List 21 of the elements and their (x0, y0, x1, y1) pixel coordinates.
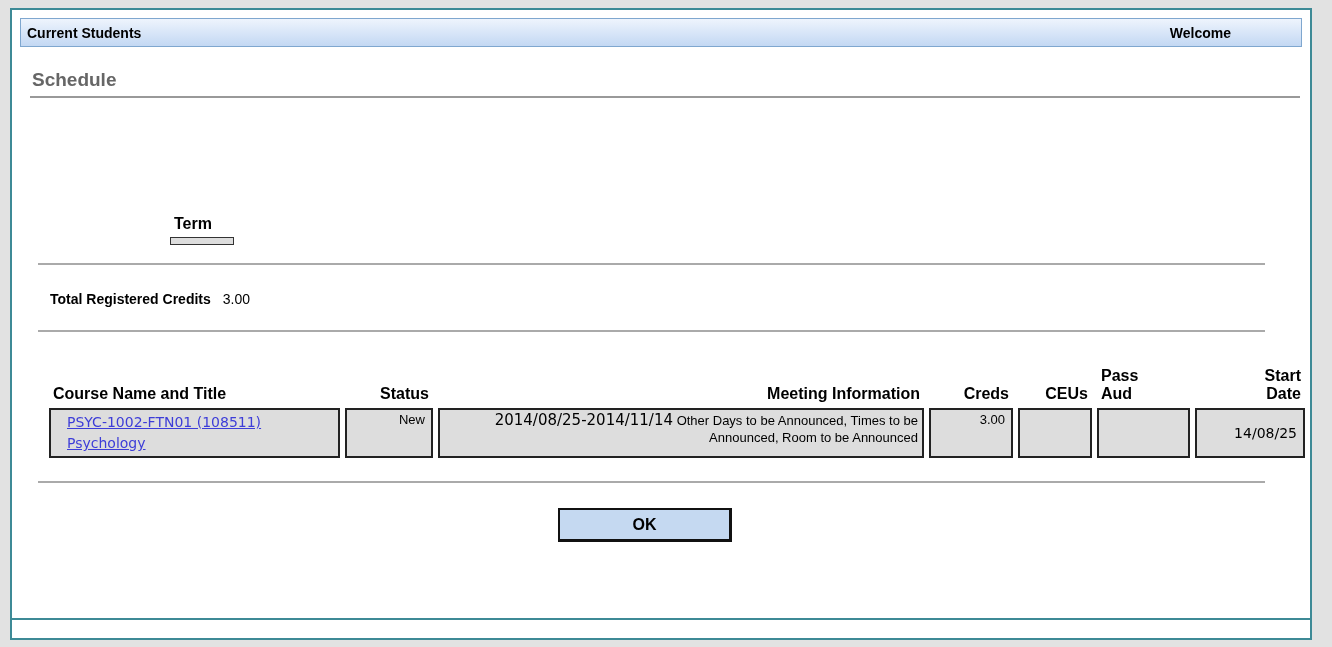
column-header: Pass Aud (1101, 367, 1140, 403)
meeting-dates: 2014/08/25-2014/11/14 (494, 411, 673, 429)
column-header: CEUs (1045, 385, 1088, 402)
term-label: Term (174, 215, 212, 233)
start-date-cell: 14/08/25 (1195, 408, 1305, 458)
page-title: Schedule (30, 69, 1300, 98)
total-credits-label: Total Registered Credits (50, 291, 211, 307)
column-header: Status (380, 385, 429, 402)
header-title: Current Students (27, 24, 142, 41)
column-header: Start Date (1263, 367, 1301, 403)
column-header: Creds (963, 385, 1009, 402)
creds-cell: 3.00 (929, 408, 1013, 458)
total-credits-value: 3.00 (222, 291, 251, 307)
welcome-text: Welcome (1169, 24, 1231, 41)
course-link[interactable]: PSYC-1002-FTN01 (108511) Psychology (57, 412, 332, 454)
column-header: Course Name and Title (53, 385, 227, 402)
status-cell: New (345, 408, 433, 458)
meeting-details: Other Days to be Announced, Times to be Announced, Room to be Announced (676, 413, 918, 445)
term-field[interactable] (170, 237, 234, 245)
column-header: Meeting Information (767, 385, 920, 402)
ok-button[interactable]: OK (558, 508, 732, 542)
